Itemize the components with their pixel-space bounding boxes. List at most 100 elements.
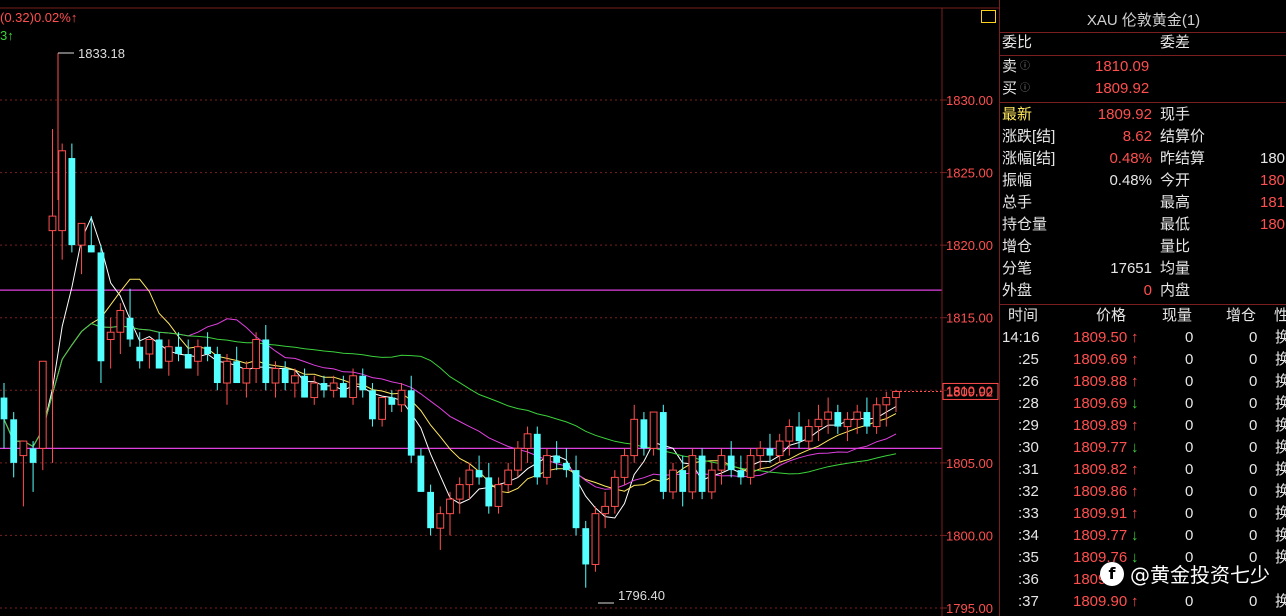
quote-label: 总手 xyxy=(1002,194,1033,211)
buy-price: 1809.92 xyxy=(1095,80,1150,97)
tick-row: :29 1809.89 ↑ 0 0 换 xyxy=(1000,415,1286,437)
candle-body xyxy=(301,375,308,398)
candle-body xyxy=(397,389,406,406)
candle-body xyxy=(494,484,503,507)
candle-body xyxy=(475,470,483,478)
candle-body xyxy=(155,339,163,369)
quote-label: 振幅 xyxy=(1002,172,1033,189)
candle-body xyxy=(97,252,105,362)
candle-body xyxy=(378,397,387,420)
candle-body xyxy=(29,448,37,463)
candle-body xyxy=(669,469,677,493)
candle-body xyxy=(775,440,784,457)
candle-body xyxy=(262,339,270,384)
candle-body xyxy=(369,390,376,420)
candle-body xyxy=(523,433,532,449)
candle-body xyxy=(513,447,522,471)
quote-value: 180 xyxy=(1260,150,1286,167)
tick-direction: ↑ xyxy=(1131,351,1139,368)
tick-nature: 换 xyxy=(1275,329,1286,346)
tick-nature: 换 xyxy=(1275,483,1286,500)
tick-oi: 0 xyxy=(1249,527,1258,544)
tick-price: 1809.50 xyxy=(1073,329,1128,346)
tick-nature: 换 xyxy=(1275,351,1286,368)
candle-body xyxy=(746,455,755,478)
quote-value: 0.48% xyxy=(1109,150,1152,167)
candle-body xyxy=(582,528,590,565)
candle-body xyxy=(640,419,648,449)
tick-nature: 换 xyxy=(1275,593,1286,610)
candle-body xyxy=(126,317,134,340)
tick-price: 1809.77 xyxy=(1073,439,1128,456)
candle-body xyxy=(465,469,474,486)
quote-label: 现手 xyxy=(1160,106,1191,123)
tick-nature: 换 xyxy=(1275,373,1286,390)
tick-oi: 0 xyxy=(1249,417,1258,434)
high-label: 1833.18 xyxy=(78,46,125,61)
y-tick-label: 1800.00 xyxy=(946,528,993,543)
quote-label: 今开 xyxy=(1160,172,1191,189)
header-change: (0.32)0.02%↑ xyxy=(0,10,77,25)
tick-row: 14:16 1809.50 ↑ 0 0 换 xyxy=(1000,327,1286,349)
candle-body xyxy=(853,411,862,420)
tick-oi: 0 xyxy=(1249,329,1258,346)
tick-time: :37 xyxy=(1018,593,1039,610)
candle-body xyxy=(698,455,706,492)
candle-body xyxy=(795,426,803,442)
tick-time: 14:16 xyxy=(1002,329,1040,346)
tick-direction: ↓ xyxy=(1131,527,1139,544)
quote-label: 量比 xyxy=(1160,238,1191,255)
candle-body xyxy=(38,360,47,449)
candle-body xyxy=(329,382,338,391)
candle-body xyxy=(455,484,464,500)
candle-body xyxy=(223,360,231,384)
tick-time: :31 xyxy=(1018,461,1039,478)
quote-label: 内盘 xyxy=(1160,282,1191,299)
candle-body xyxy=(48,215,57,232)
candle-body xyxy=(242,368,251,384)
tick-oi: 0 xyxy=(1249,593,1258,610)
quote-label: 昨结算 xyxy=(1160,150,1206,167)
candle-body xyxy=(824,411,833,420)
tick-direction: ↑ xyxy=(1131,373,1139,390)
candle-body xyxy=(213,354,221,384)
quote-label: 涨幅[结] xyxy=(1002,150,1056,167)
candle-body xyxy=(19,440,28,457)
y-tick-label: 1815.00 xyxy=(946,311,993,326)
tick-time: :30 xyxy=(1018,439,1039,456)
quote-label: 分笔 xyxy=(1002,260,1033,277)
candlestick-chart[interactable]: 1833.181796.401809.92 1830.001825.001820… xyxy=(0,0,1000,616)
weicha-label: 委差 xyxy=(1160,34,1191,51)
candle-body xyxy=(68,158,76,246)
weibi-label: 委比 xyxy=(1002,34,1033,51)
buy-row: 买 ⓘ 1809.92 xyxy=(1000,78,1286,100)
tick-row: :28 1809.69 ↓ 0 0 换 xyxy=(1000,393,1286,415)
candle-body xyxy=(785,426,794,442)
col-time: 时间 xyxy=(1008,307,1039,324)
candle-body xyxy=(620,455,629,478)
candle-body xyxy=(290,375,299,384)
tick-time: :29 xyxy=(1018,417,1039,434)
tick-row: :33 1809.91 ↑ 0 0 换 xyxy=(1000,503,1286,525)
tick-nature: 换 xyxy=(1275,527,1286,544)
sell-price: 1810.09 xyxy=(1095,58,1150,75)
tick-price: 1809.69 xyxy=(1073,351,1128,368)
quote-row: 振幅 0.48% 今开 180 xyxy=(1000,170,1286,192)
quote-label: 最新 xyxy=(1002,106,1033,123)
tick-oi: 0 xyxy=(1249,373,1258,390)
tick-nature: 换 xyxy=(1275,417,1286,434)
candle-body xyxy=(843,418,852,428)
tick-direction: ↑ xyxy=(1131,593,1139,610)
y-tick-label: 1795.00 xyxy=(946,601,993,616)
tick-oi: 0 xyxy=(1249,483,1258,500)
y-tick-label: 1825.00 xyxy=(946,166,993,181)
candle-body xyxy=(184,354,192,369)
tick-volume: 0 xyxy=(1185,351,1194,368)
candle-body xyxy=(359,375,367,391)
maximize-icon[interactable] xyxy=(981,10,996,23)
tick-time: :28 xyxy=(1018,395,1039,412)
candle-body xyxy=(717,455,726,471)
tick-price: 1809.91 xyxy=(1073,505,1128,522)
candle-body xyxy=(87,245,95,253)
col-oi: 增仓 xyxy=(1226,307,1257,324)
